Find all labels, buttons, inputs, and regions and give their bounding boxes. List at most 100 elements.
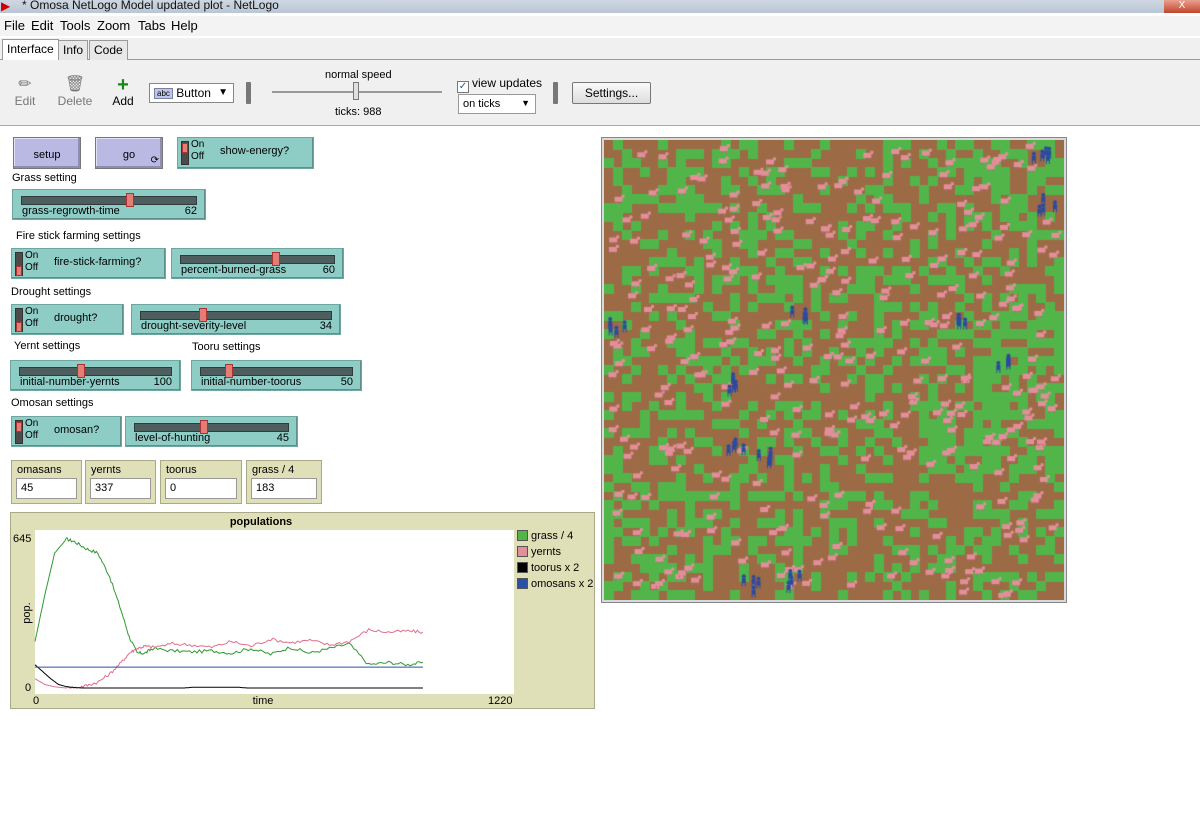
menu-zoom[interactable]: Zoom	[97, 18, 130, 33]
switch-toggle	[15, 252, 23, 276]
monitor-grass: grass / 4 183	[246, 460, 322, 504]
switch-toggle	[15, 420, 23, 444]
slider-name: initial-number-yernts	[20, 376, 120, 388]
slider-thumb[interactable]	[126, 193, 134, 207]
legend-item: toorus x 2	[517, 562, 593, 578]
y-tick-min: 0	[25, 682, 31, 694]
tab-code[interactable]: Code	[89, 40, 128, 60]
drought-switch[interactable]: On Off drought?	[11, 304, 124, 335]
percent-burned-grass-slider[interactable]: percent-burned-grass 60	[171, 248, 344, 279]
add-button[interactable]: + Add	[110, 74, 136, 108]
delete-button[interactable]: 🗑 Delete	[57, 76, 93, 108]
window-titlebar: ▶ * Omosa NetLogo Model updated plot - N…	[0, 0, 1200, 13]
view-updates-checkbox[interactable]: ✓ view updates	[457, 76, 542, 93]
note-drought-settings: Drought settings	[11, 286, 92, 298]
world-view[interactable]	[601, 137, 1067, 603]
switch-off-label: Off	[25, 262, 39, 273]
switch-knob	[16, 422, 22, 432]
monitor-value: 0	[165, 478, 237, 499]
switch-on-label: On	[25, 306, 39, 317]
legend-label: yernts	[531, 546, 561, 558]
tab-interface[interactable]: Interface	[2, 39, 59, 60]
go-button[interactable]: go ⟳	[95, 137, 163, 169]
slider-value: 34	[319, 320, 332, 332]
switch-off-label: Off	[25, 430, 39, 441]
slider-track	[200, 367, 353, 376]
menu-tools[interactable]: Tools	[60, 18, 90, 33]
note-omosan-settings: Omosan settings	[11, 397, 94, 409]
speed-label: normal speed	[325, 69, 392, 81]
switch-on-label: On	[25, 250, 39, 261]
legend-item: yernts	[517, 546, 593, 562]
monitor-value: 337	[90, 478, 151, 499]
fire-stick-farming-switch[interactable]: On Off fire-stick-farming?	[11, 248, 166, 279]
monitor-toorus: toorus 0	[160, 460, 242, 504]
checkmark-icon: ✓	[457, 81, 469, 93]
note-grass-setting: Grass setting	[12, 172, 77, 184]
legend-label: omosans x 2	[531, 578, 594, 590]
window-close-button[interactable]: X	[1164, 0, 1200, 13]
slider-track	[134, 423, 289, 432]
toolbar-separator	[553, 82, 558, 104]
update-mode-value: on ticks	[463, 98, 501, 110]
slider-name: initial-number-toorus	[201, 376, 302, 388]
slider-name: percent-burned-grass	[181, 264, 287, 276]
tab-info[interactable]: Info	[58, 40, 89, 60]
plot-svg: 645 0 0 1220 time pop.	[13, 530, 514, 707]
legend-swatch	[517, 562, 528, 573]
switch-knob	[16, 266, 22, 276]
settings-button[interactable]: Settings...	[572, 82, 651, 104]
monitor-label: omasans	[17, 464, 62, 476]
menu-bar: File Edit Tools Zoom Tabs Help	[0, 16, 1200, 36]
toolbar-separator	[246, 82, 251, 104]
legend-item: omosans x 2	[517, 578, 593, 594]
widget-type-value: Button	[176, 86, 211, 100]
netlogo-app-icon: ▶	[1, 0, 11, 13]
switch-knob	[16, 322, 22, 332]
drought-severity-slider[interactable]: drought-severity-level 34	[131, 304, 341, 335]
y-axis-label: pop.	[21, 602, 33, 623]
populations-plot: populations 645 0 0 1220 time pop. grass…	[10, 512, 595, 709]
menu-tabs[interactable]: Tabs	[138, 18, 165, 33]
monitor-label: grass / 4	[252, 464, 295, 476]
menu-file[interactable]: File	[4, 18, 25, 33]
menu-edit[interactable]: Edit	[31, 18, 53, 33]
view-updates-label: view updates	[472, 76, 543, 90]
switch-label: drought?	[54, 312, 98, 324]
slider-track	[180, 255, 335, 264]
interface-canvas: setup go ⟳ On Off show-energy? Grass set…	[0, 127, 1200, 833]
x-tick-max: 1220	[488, 695, 512, 707]
initial-number-toorus-slider[interactable]: initial-number-toorus 50	[191, 360, 362, 391]
plus-icon: +	[117, 74, 129, 96]
trash-icon: 🗑	[64, 76, 86, 93]
switch-on-label: On	[191, 139, 205, 150]
omosan-switch[interactable]: On Off omosan?	[11, 416, 122, 447]
grass-regrowth-slider[interactable]: grass-regrowth-time 62	[12, 189, 206, 220]
legend-label: grass / 4	[531, 530, 574, 542]
switch-label: fire-stick-farming?	[54, 256, 142, 268]
slider-value: 100	[153, 376, 172, 388]
setup-button[interactable]: setup	[13, 137, 81, 169]
slider-value: 62	[184, 205, 197, 217]
show-energy-switch[interactable]: On Off show-energy?	[177, 137, 314, 169]
speed-slider-thumb[interactable]	[353, 82, 359, 100]
initial-number-yernts-slider[interactable]: initial-number-yernts 100	[10, 360, 181, 391]
menu-help[interactable]: Help	[171, 18, 198, 33]
world-canvas[interactable]	[604, 140, 1064, 600]
y-tick-max: 645	[13, 533, 31, 545]
edit-button[interactable]: ✏ Edit	[12, 76, 38, 108]
legend-swatch	[517, 578, 528, 589]
button-widget-icon: abc	[154, 88, 173, 100]
window-title: * Omosa NetLogo Model updated plot - Net…	[22, 0, 279, 12]
slider-track	[19, 367, 172, 376]
note-fire-stick-settings: Fire stick farming settings	[16, 230, 141, 242]
delete-label: Delete	[57, 94, 93, 108]
legend-swatch	[517, 530, 528, 541]
update-mode-select[interactable]: on ticks ▼	[458, 94, 536, 114]
plot-area	[35, 530, 514, 694]
slider-name: drought-severity-level	[141, 320, 247, 332]
legend-item: grass / 4	[517, 530, 593, 546]
monitor-value: 45	[16, 478, 77, 499]
widget-type-select[interactable]: abc Button ▼	[149, 83, 234, 103]
level-of-hunting-slider[interactable]: level-of-hunting 45	[125, 416, 298, 447]
